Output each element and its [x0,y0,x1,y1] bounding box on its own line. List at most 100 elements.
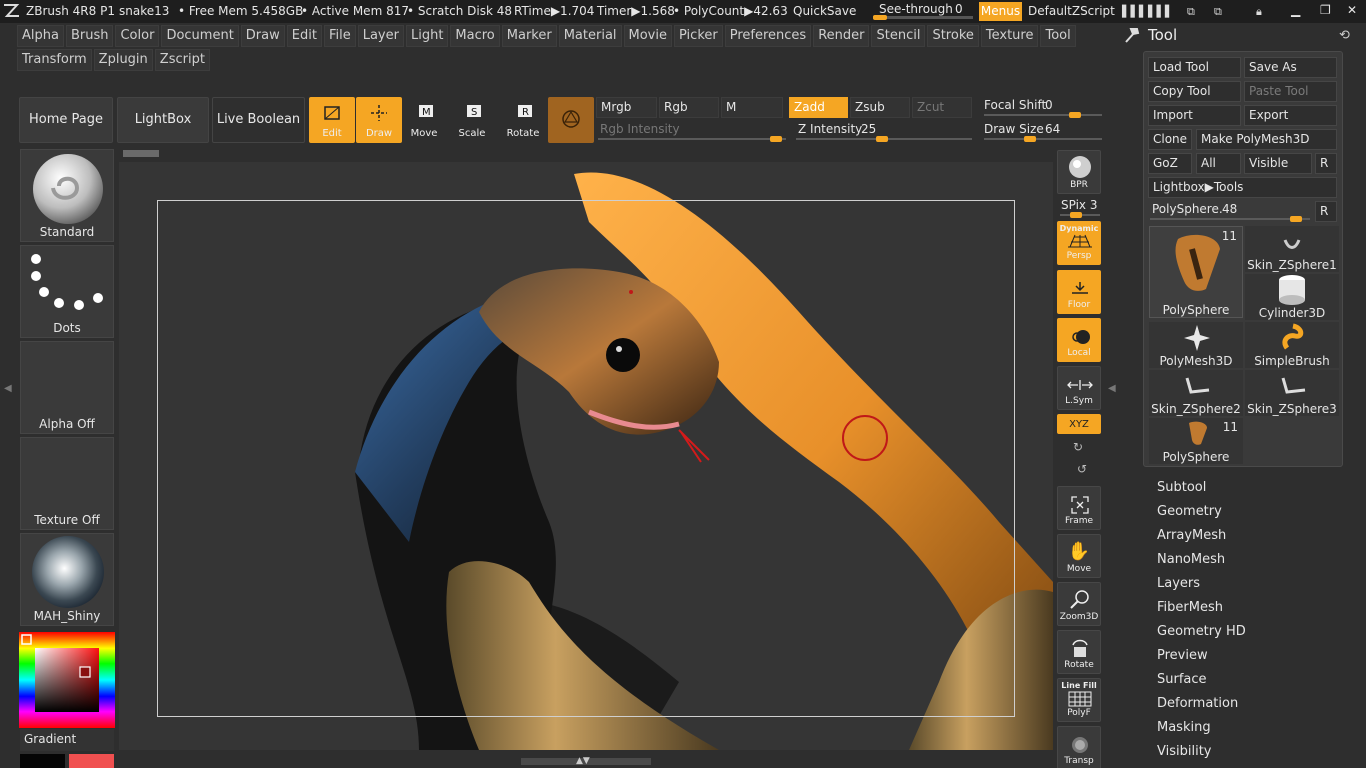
maximize-icon[interactable]: ❐ [1320,3,1331,17]
floor-button[interactable]: Floor [1057,270,1101,314]
main-color-swatch[interactable] [20,754,65,768]
make-polymesh3d-button[interactable]: Make PolyMesh3D [1196,129,1337,150]
focal-shift-label[interactable]: Focal Shift [984,98,1046,112]
refresh-icon[interactable]: ⟲ [1339,28,1350,43]
xyz-button[interactable]: XYZ [1057,414,1101,434]
m-button[interactable]: M [721,97,783,118]
rotate-y-icon[interactable]: ↻ [1073,440,1083,454]
subpalette-geometry[interactable]: Geometry [1157,504,1222,519]
tool-thumb-polymesh3d[interactable]: PolyMesh3D [1149,322,1243,368]
menu-alpha[interactable]: Alpha [17,25,64,47]
default-zscript-button[interactable]: DefaultZScript [1028,4,1115,18]
polysphere-slider-label[interactable]: PolySphere. [1152,202,1223,216]
menu-preferences[interactable]: Preferences [724,25,812,47]
subpalette-nanomesh[interactable]: NanoMesh [1157,552,1225,567]
right-tray-toggle-icon[interactable]: ◀ [1108,383,1116,394]
move-mode-button[interactable]: M Move [401,97,447,143]
menu-brush[interactable]: Brush [65,25,114,47]
slider-knob[interactable] [873,15,887,20]
paste-tool-button[interactable]: Paste Tool [1244,81,1337,102]
tool-thumb-skin-zsphere2[interactable]: Skin_ZSphere2 [1149,370,1243,416]
home-page-button[interactable]: Home Page [19,97,113,143]
frame-button[interactable]: Frame [1057,486,1101,530]
goz-visible-button[interactable]: Visible [1244,153,1312,174]
scale-mode-button[interactable]: S Scale [449,97,495,143]
draw-size-slider[interactable] [984,136,1102,142]
canvas-scroll-arrows-icon[interactable]: ▲▼ [576,756,590,766]
tool-thumb-polysphere[interactable]: 11 PolySphere [1149,418,1243,464]
texture-selector[interactable]: Texture Off [20,437,114,530]
menu-transform[interactable]: Transform [17,49,92,71]
slider-knob[interactable] [770,136,782,142]
polyf-button[interactable]: Line Fill PolyF [1057,678,1101,722]
z-intensity-label[interactable]: Z Intensity [798,122,862,136]
draw-mode-button[interactable]: Draw [356,97,402,143]
rgb-intensity-label[interactable]: Rgb Intensity [600,122,680,136]
save-as-button[interactable]: Save As [1244,57,1337,78]
menu-marker[interactable]: Marker [501,25,557,47]
edit-mode-button[interactable]: Edit [309,97,355,143]
see-through-label[interactable]: See-through [879,2,953,16]
local-button[interactable]: Local [1057,318,1101,362]
subpalette-surface[interactable]: Surface [1157,672,1207,687]
color-picker[interactable] [19,632,115,728]
rotate-z-icon[interactable]: ↺ [1077,462,1087,476]
subpalette-fibermesh[interactable]: FiberMesh [1157,600,1223,615]
draw-size-label[interactable]: Draw Size [984,122,1044,136]
close-icon[interactable]: ✕ [1347,3,1357,17]
menu-texture[interactable]: Texture [980,25,1039,47]
rgb-button[interactable]: Rgb [659,97,719,118]
brush-selector[interactable]: Standard [20,149,114,242]
left-tray-toggle-icon[interactable]: ◀ [4,383,12,394]
secondary-color-swatch[interactable] [69,754,114,768]
live-boolean-button[interactable]: Live Boolean [212,97,305,143]
menu-movie[interactable]: Movie [623,25,672,47]
lsym-button[interactable]: L.Sym [1057,366,1101,410]
menu-zscript[interactable]: Zscript [154,49,210,71]
zsub-button[interactable]: Zsub [850,97,910,118]
rotate-view-button[interactable]: Rotate [1057,630,1101,674]
palette-toggle-2-icon[interactable]: ▌▌▌ [1148,5,1173,18]
tool-thumb-simplebrush[interactable]: SimpleBrush [1245,322,1339,368]
slider-knob[interactable] [1069,112,1081,118]
clone-button[interactable]: Clone [1148,129,1192,150]
subpalette-deformation[interactable]: Deformation [1157,696,1238,711]
lightbox-tools-button[interactable]: Lightbox▶Tools [1148,177,1337,198]
menu-light[interactable]: Light [405,25,449,47]
rgb-intensity-slider[interactable] [598,136,786,142]
material-selector[interactable]: MAH_Shiny [20,533,114,626]
menu-stroke[interactable]: Stroke [927,25,979,47]
subpalette-masking[interactable]: Masking [1157,720,1211,735]
subpalette-visibility[interactable]: Visibility [1157,744,1211,759]
polysphere-slider[interactable] [1150,216,1310,222]
subpalette-arraymesh[interactable]: ArrayMesh [1157,528,1226,543]
menu-tool[interactable]: Tool [1040,25,1076,47]
goz-all-button[interactable]: All [1196,153,1241,174]
palette-toggle-icon[interactable]: ▌▌▌ [1122,5,1147,18]
minimize-icon[interactable]: ▁ [1291,3,1300,17]
goz-button[interactable]: GoZ [1148,153,1192,174]
alpha-selector[interactable]: Alpha Off [20,341,114,434]
tool-thumb-skin-zsphere1[interactable]: Skin_ZSphere1 [1245,226,1339,272]
tool-thumb-polysphere-active[interactable]: 11 PolySphere [1149,226,1243,318]
bpr-button[interactable]: BPR [1057,150,1101,194]
subpalette-geometry-hd[interactable]: Geometry HD [1157,624,1246,639]
menu-picker[interactable]: Picker [674,25,723,47]
menu-macro[interactable]: Macro [450,25,500,47]
menu-stencil[interactable]: Stencil [871,25,926,47]
load-tool-button[interactable]: Load Tool [1148,57,1241,78]
zadd-button[interactable]: Zadd [789,97,848,118]
menu-color[interactable]: Color [115,25,160,47]
menu-layer[interactable]: Layer [357,25,404,47]
z-intensity-slider[interactable] [796,136,972,142]
slider-knob[interactable] [876,136,888,142]
goz-r-button[interactable]: R [1315,153,1337,174]
lock-icon[interactable]: 🔒︎ [1256,5,1262,18]
zcut-button[interactable]: Zcut [912,97,972,118]
document-canvas[interactable] [119,162,1053,750]
menu-edit[interactable]: Edit [286,25,322,47]
move-view-button[interactable]: ✋ Move [1057,534,1101,578]
subpalette-layers[interactable]: Layers [1157,576,1200,591]
focal-shift-slider[interactable] [984,112,1102,118]
tool-palette-title[interactable]: Tool [1148,26,1177,44]
